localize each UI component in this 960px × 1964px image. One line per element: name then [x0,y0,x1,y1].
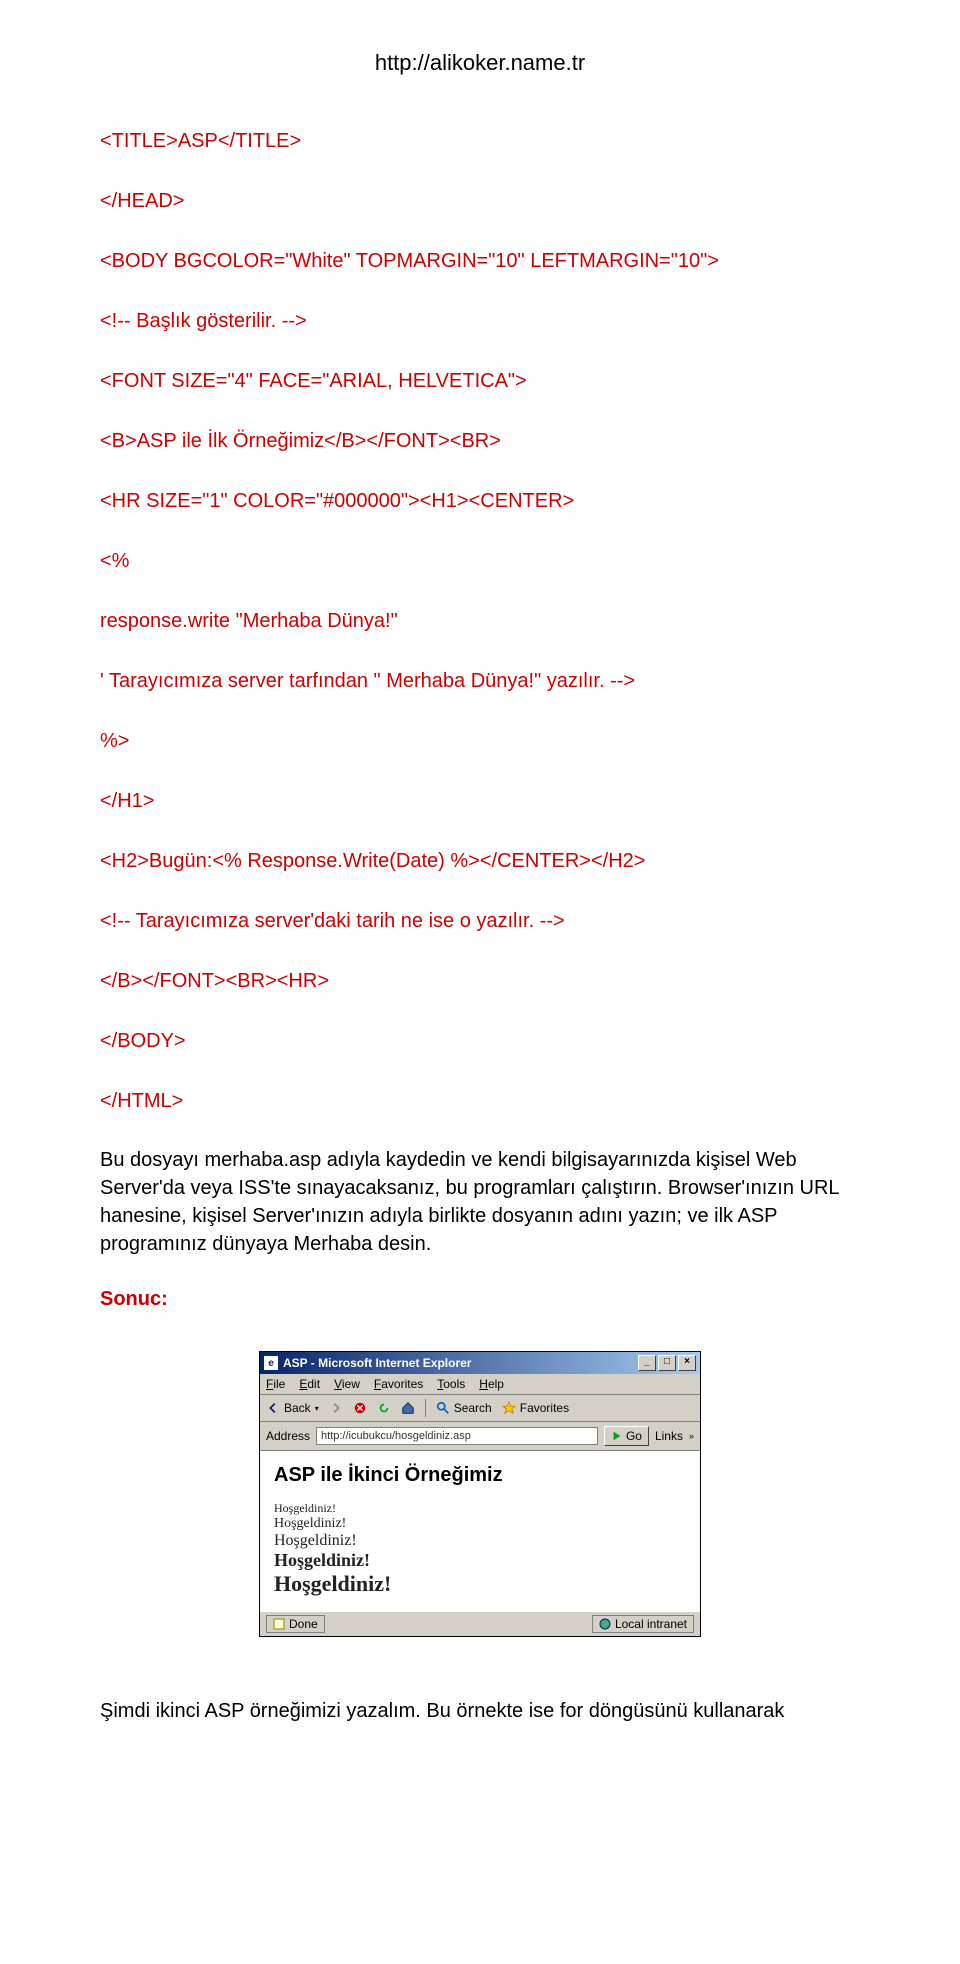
code-line: <TITLE>ASP</TITLE> [100,126,860,156]
url-field[interactable]: http://icubukcu/hosgeldiniz.asp [316,1427,598,1445]
document-page: http://alikoker.name.tr <TITLE>ASP</TITL… [0,0,960,1815]
done-icon [273,1618,285,1630]
menu-favorites[interactable]: Favorites [374,1377,423,1391]
menu-edit[interactable]: Edit [299,1377,320,1391]
code-line: %> [100,726,860,756]
favorites-button[interactable]: Favorites [502,1401,569,1415]
status-done-label: Done [289,1617,318,1631]
page-content: ASP ile İkinci Örneğimiz Hoşgeldiniz! Ho… [260,1451,700,1611]
sonuc-label: Sonuc: [100,1288,860,1311]
code-line: <% [100,546,860,576]
menu-tools[interactable]: Tools [437,1377,465,1391]
browser-screenshot: e ASP - Microsoft Internet Explorer _ □ … [259,1351,701,1637]
greeting-item: Hoşgeldiniz! [274,1571,686,1597]
arrow-left-icon [266,1401,280,1415]
greeting-item: Hoşgeldiniz! [274,1501,686,1516]
refresh-icon[interactable] [377,1401,391,1415]
code-line: <HR SIZE="1" COLOR="#000000"><H1><CENTER… [100,486,860,516]
links-label[interactable]: Links [655,1429,683,1443]
menu-view[interactable]: View [334,1377,360,1391]
code-line: <H2>Bugün:<% Response.Write(Date) %></CE… [100,846,860,876]
ie-icon: e [264,1356,278,1370]
code-line: </B></FONT><BR><HR> [100,966,860,996]
intranet-icon [599,1618,611,1630]
search-button[interactable]: Search [436,1401,492,1415]
search-label: Search [454,1401,492,1415]
code-line: </HEAD> [100,186,860,216]
header-url: http://alikoker.name.tr [100,50,860,76]
footer-paragraph: Şimdi ikinci ASP örneğimizi yazalım. Bu … [100,1697,860,1725]
code-line: <!-- Başlık gösterilir. --> [100,306,860,336]
code-line: </HTML> [100,1086,860,1116]
toolbar: Back ▾ Search Favorites [260,1395,700,1422]
code-line: response.write "Merhaba Dünya!" [100,606,860,636]
back-button[interactable]: Back ▾ [266,1401,319,1415]
address-bar: Address http://icubukcu/hosgeldiniz.asp … [260,1422,700,1451]
code-line: <!-- Tarayıcımıza server'daki tarih ne i… [100,906,860,936]
greeting-item: Hoşgeldiniz! [274,1516,686,1532]
url-text: http://icubukcu/hosgeldiniz.asp [321,1430,471,1442]
code-line: <FONT SIZE="4" FACE="ARIAL, HELVETICA"> [100,366,860,396]
instruction-paragraph: Bu dosyayı merhaba.asp adıyla kaydedin v… [100,1146,860,1258]
maximize-button[interactable]: □ [658,1355,676,1371]
window-title: ASP - Microsoft Internet Explorer [283,1356,471,1370]
window-titlebar: e ASP - Microsoft Internet Explorer _ □ … [260,1352,700,1374]
toolbar-separator [425,1399,426,1417]
menu-help[interactable]: Help [479,1377,504,1391]
greeting-item: Hoşgeldiniz! [274,1550,686,1571]
status-done: Done [266,1615,325,1633]
code-line: ' Tarayıcımıza server tarfından " Merhab… [100,666,860,696]
arrow-right-icon[interactable] [329,1401,343,1415]
code-line: </BODY> [100,1026,860,1056]
stop-icon[interactable] [353,1401,367,1415]
go-icon [611,1430,623,1442]
code-line: </H1> [100,786,860,816]
go-button[interactable]: Go [604,1426,649,1446]
greeting-list: Hoşgeldiniz! Hoşgeldiniz! Hoşgeldiniz! H… [274,1501,686,1597]
home-icon[interactable] [401,1401,415,1415]
code-line: <B>ASP ile İlk Örneğimiz</B></FONT><BR> [100,426,860,456]
page-heading: ASP ile İkinci Örneğimiz [274,1464,686,1487]
back-label: Back [284,1401,311,1415]
code-line: <BODY BGCOLOR="White" TOPMARGIN="10" LEF… [100,246,860,276]
search-icon [436,1401,450,1415]
status-zone: Local intranet [592,1615,694,1633]
go-label: Go [626,1429,642,1443]
chevron-icon[interactable]: » [689,1431,694,1441]
star-icon [502,1401,516,1415]
close-button[interactable]: × [678,1355,696,1371]
status-zone-label: Local intranet [615,1617,687,1631]
status-bar: Done Local intranet [260,1611,700,1636]
favorites-label: Favorites [520,1401,569,1415]
address-label: Address [266,1429,310,1443]
menu-file[interactable]: File [266,1377,285,1391]
menubar: File Edit View Favorites Tools Help [260,1374,700,1395]
greeting-item: Hoşgeldiniz! [274,1532,686,1550]
minimize-button[interactable]: _ [638,1355,656,1371]
